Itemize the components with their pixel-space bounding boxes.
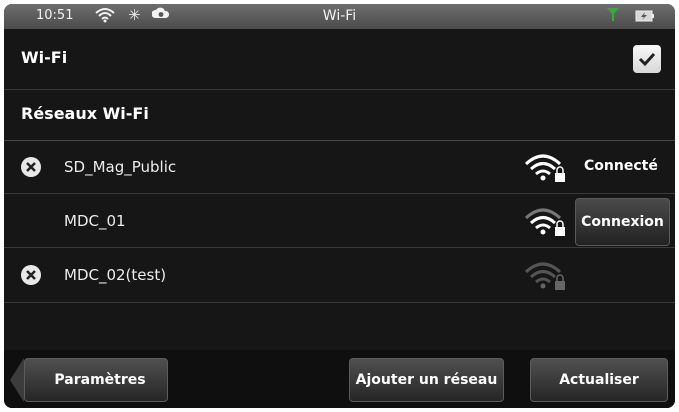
network-name: MDC_01 [64, 212, 126, 230]
network-name: MDC_02(test) [64, 266, 167, 284]
back-arrow-icon [10, 358, 24, 402]
wifi-signal-lock-icon [523, 206, 567, 242]
signal-icon [606, 7, 620, 25]
wifi-signal-lock-icon [523, 152, 567, 188]
forget-network-icon[interactable] [20, 156, 42, 182]
status-bar-title: Wi-Fi [322, 8, 357, 24]
wifi-toggle-row[interactable]: Wi-Fi [4, 29, 675, 90]
add-network-button[interactable]: Ajouter un réseau [349, 358, 504, 402]
forget-network-icon[interactable] [20, 264, 42, 290]
network-item[interactable]: MDC_02(test) [4, 250, 675, 303]
status-bar: 10:51 ✳ Wi-Fi [4, 4, 675, 29]
settings-button[interactable]: Paramètres [24, 358, 168, 402]
refresh-button[interactable]: Actualiser [530, 358, 668, 402]
wifi-settings-screen: 10:51 ✳ Wi-Fi Wi-Fi Réseaux Wi-Fi SD_Mag… [4, 4, 675, 408]
network-name: SD_Mag_Public [64, 158, 177, 176]
networks-header: Réseaux Wi-Fi [4, 90, 675, 141]
bottom-action-bar: Paramètres Ajouter un réseau Actualiser [4, 350, 675, 408]
network-item[interactable]: MDC_01 Connexion [4, 196, 675, 248]
battery-charging-icon [635, 10, 655, 26]
checkmark-icon [638, 52, 656, 67]
wifi-checkbox[interactable] [633, 45, 661, 73]
networks-header-label: Réseaux Wi-Fi [21, 104, 149, 123]
wifi-signal-lock-icon [523, 260, 567, 296]
connected-status: Connecté [584, 158, 658, 174]
network-item[interactable]: SD_Mag_Public Connecté [4, 142, 675, 194]
connect-button[interactable]: Connexion [575, 198, 670, 246]
wifi-toggle-label: Wi-Fi [21, 48, 68, 67]
